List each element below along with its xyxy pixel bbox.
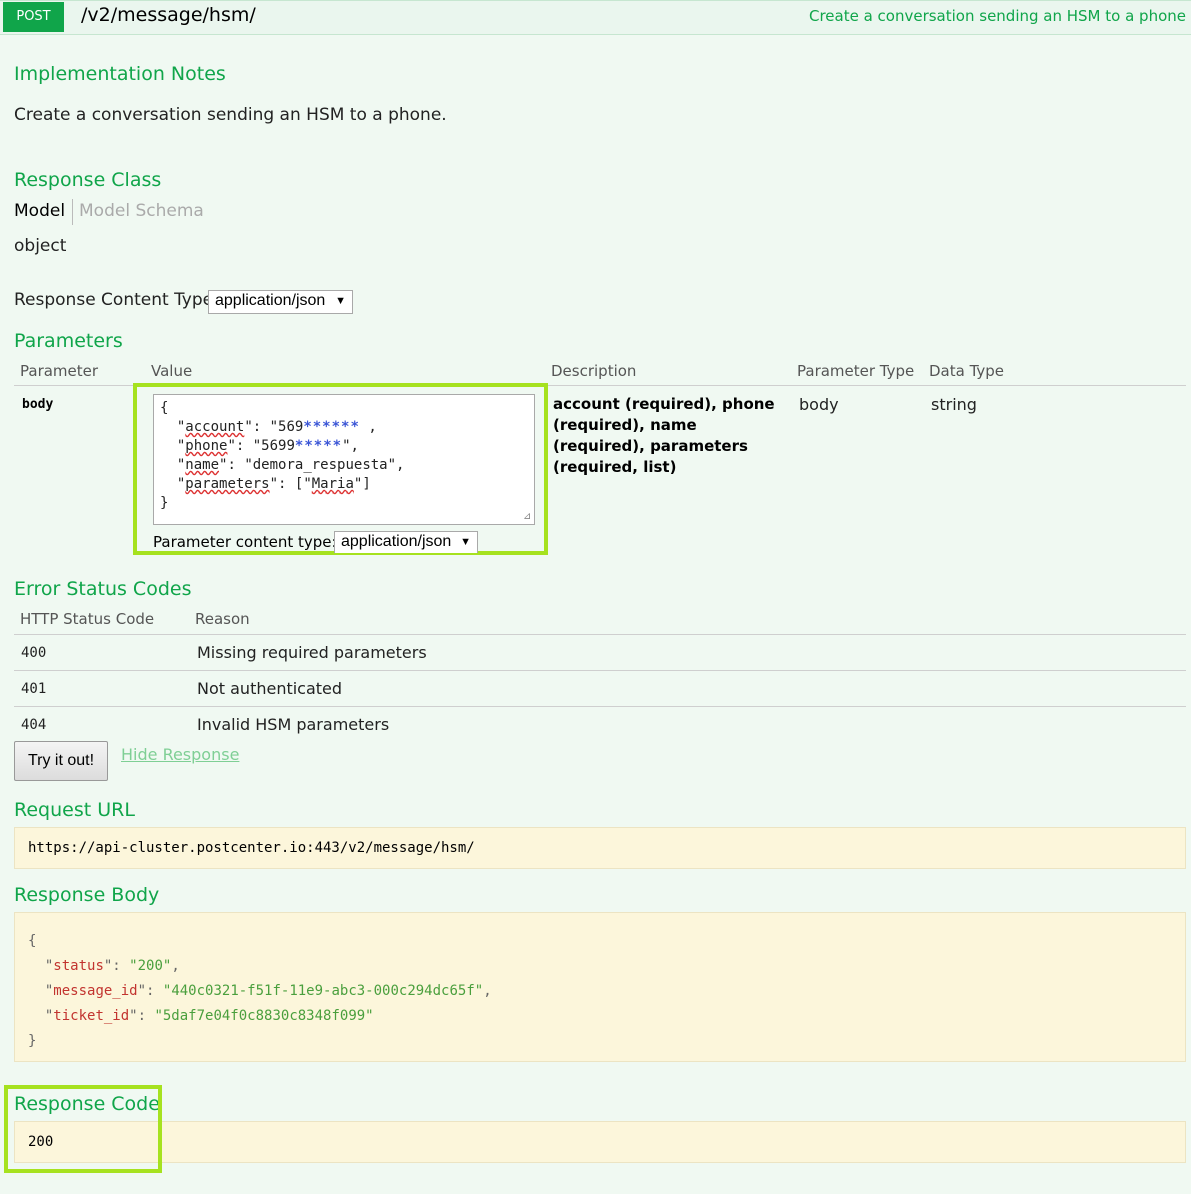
response-body-json: { "status": "200", "message_id": "440c03… <box>28 933 492 1049</box>
param-content-type-label: Parameter content type: <box>153 533 337 551</box>
error-codes-title: Error Status Codes <box>14 578 192 600</box>
json-val-parameters-pre: [" <box>294 476 312 492</box>
json-key-name: name <box>185 457 220 473</box>
operation-header[interactable]: POST /v2/message/hsm/ Create a conversat… <box>0 0 1191 35</box>
json-brace-close: } <box>160 495 169 511</box>
chevron-down-icon: ▼ <box>460 536 471 548</box>
hide-response-link[interactable]: Hide Response <box>121 745 239 764</box>
json-key-account: account <box>185 419 245 435</box>
json-sep-account: , <box>359 419 377 435</box>
param-content-type-select[interactable]: application/json ▼ <box>334 531 478 553</box>
param-content-type-value: application/json <box>341 533 452 550</box>
response-class-title: Response Class <box>14 169 162 191</box>
response-content-type-label: Response Content Type <box>14 290 214 310</box>
error-col-reason: Reason <box>195 610 250 628</box>
redacted-phone: ***** <box>294 438 343 454</box>
json-val-parameters-post: "] <box>353 476 371 492</box>
error-code-401: 401 <box>21 681 47 697</box>
http-method-badge: POST <box>3 2 64 32</box>
chevron-down-icon: ▼ <box>335 295 346 307</box>
error-code-404: 404 <box>21 717 47 733</box>
error-col-code: HTTP Status Code <box>20 610 155 628</box>
implementation-notes-text: Create a conversation sending an HSM to … <box>14 105 447 125</box>
response-body-box: { "status": "200", "message_id": "440c03… <box>14 912 1186 1062</box>
json-key-ticket-id: ticket_id <box>53 1008 130 1024</box>
request-url-box: https://api-cluster.postcenter.io:443/v2… <box>14 827 1186 869</box>
json-val-parameters-word: Maria <box>311 476 354 492</box>
param-type-value: body <box>799 395 839 414</box>
json-val-ticket-id: "5daf7e04f0c8830c8348f099" <box>154 1008 374 1024</box>
operation-summary[interactable]: Create a conversation sending an HSM to … <box>809 7 1186 25</box>
param-col-description: Description <box>551 362 637 380</box>
redacted-account: ****** <box>303 419 360 435</box>
error-reason-401: Not authenticated <box>197 679 343 698</box>
param-col-parameter: Parameter <box>20 362 99 380</box>
error-header-divider <box>14 634 1186 635</box>
response-content-type-select[interactable]: application/json ▼ <box>208 290 353 314</box>
json-key-message-id: message_id <box>53 983 138 999</box>
tab-model-schema[interactable]: Model Schema <box>79 201 204 221</box>
response-class-value: object <box>14 236 67 256</box>
json-key-phone: phone <box>185 438 228 454</box>
parameters-title: Parameters <box>14 330 123 352</box>
tab-divider <box>72 199 73 225</box>
param-col-parameter-type: Parameter Type <box>797 362 915 380</box>
json-val-phone: "5699 <box>252 438 295 454</box>
error-reason-404: Invalid HSM parameters <box>197 715 390 734</box>
try-it-out-button[interactable]: Try it out! <box>14 741 108 781</box>
json-val-account: "569 <box>269 419 304 435</box>
error-row-divider <box>14 670 1186 671</box>
implementation-notes-title: Implementation Notes <box>14 63 226 85</box>
json-val-status: "200" <box>129 958 172 974</box>
json-sep-phone: ", <box>342 438 359 454</box>
json-val-message-id: "440c0321-f51f-11e9-abc3-000c294dc65f" <box>162 983 484 999</box>
error-code-400: 400 <box>21 645 47 661</box>
json-key-status: status <box>53 958 104 974</box>
param-col-value: Value <box>151 362 193 380</box>
response-code-box: 200 <box>14 1121 1186 1163</box>
request-url-value: https://api-cluster.postcenter.io:443/v2… <box>28 840 475 856</box>
json-key-parameters: parameters <box>185 476 270 492</box>
endpoint-path[interactable]: /v2/message/hsm/ <box>81 4 256 26</box>
error-row-divider <box>14 706 1186 707</box>
param-name-body: body <box>22 397 54 412</box>
error-reason-400: Missing required parameters <box>197 643 427 662</box>
request-url-title: Request URL <box>14 799 135 821</box>
response-content-type-value: application/json <box>215 292 326 309</box>
response-body-title: Response Body <box>14 884 160 906</box>
param-col-data-type: Data Type <box>929 362 1005 380</box>
json-brace-open: { <box>160 400 169 416</box>
json-val-name: "demora_respuesta", <box>244 457 405 473</box>
resize-handle-icon[interactable]: ⊿ <box>523 512 533 522</box>
param-description: account (required), phone (required), na… <box>553 395 775 476</box>
tab-model[interactable]: Model <box>14 201 65 221</box>
body-value-textarea[interactable]: { "account": "569****** , "phone": "5699… <box>153 394 535 525</box>
param-data-type-value: string <box>931 395 977 414</box>
highlight-box-response-code <box>4 1085 162 1173</box>
